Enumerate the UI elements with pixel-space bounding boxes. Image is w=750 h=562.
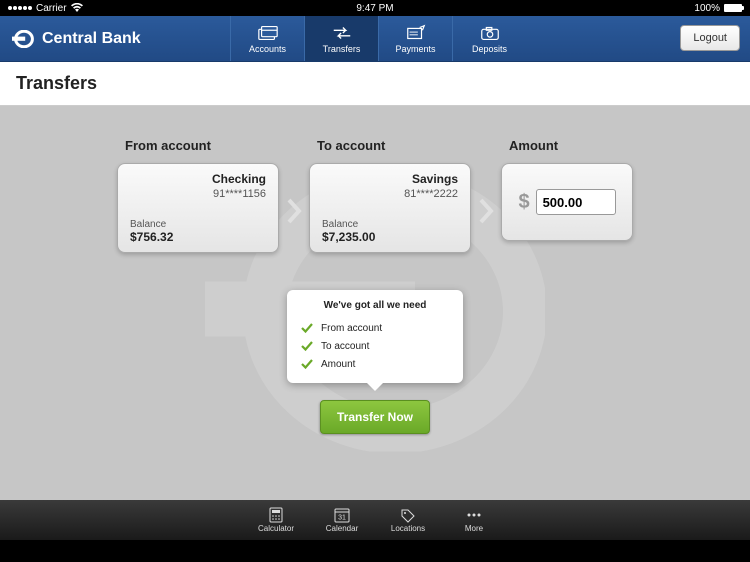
check-icon [301, 358, 313, 370]
chevron-right-icon [279, 166, 309, 256]
clock: 9:47 PM [356, 3, 393, 14]
brand-logo-icon [12, 30, 36, 48]
page-title: Transfers [16, 73, 97, 94]
bottom-calendar[interactable]: 31 Calendar [313, 500, 371, 540]
tab-label: Deposits [472, 44, 507, 54]
currency-symbol: $ [518, 191, 529, 214]
camera-icon [479, 24, 501, 42]
tab-label: Accounts [249, 44, 286, 54]
bottom-locations[interactable]: Locations [379, 500, 437, 540]
to-account-name: Savings [322, 172, 458, 186]
amount-section: Amount $ [501, 138, 633, 241]
logout-button[interactable]: Logout [680, 25, 740, 51]
brand: Central Bank [0, 30, 230, 48]
from-balance-label: Balance [130, 219, 166, 230]
check-icon [301, 340, 313, 352]
bottom-label: Locations [391, 524, 425, 533]
to-balance-value: $7,235.00 [322, 230, 375, 244]
signal-icon [8, 6, 32, 10]
amount-card: $ [501, 163, 633, 241]
chevron-right-icon [471, 166, 501, 256]
popup-item-label: To account [321, 341, 369, 352]
tab-payments[interactable]: Payments [378, 16, 452, 61]
popup-item: From account [301, 319, 449, 337]
to-account-number: 81****2222 [322, 188, 458, 200]
tag-icon [399, 507, 417, 523]
amount-input[interactable] [536, 189, 616, 215]
from-account-number: 91****1156 [130, 188, 266, 200]
from-account-name: Checking [130, 172, 266, 186]
transfers-icon [331, 24, 353, 42]
popup-item: To account [301, 337, 449, 355]
to-label: To account [309, 138, 385, 153]
to-account-section: To account Savings 81****2222 Balance $7… [309, 138, 471, 253]
bottom-label: More [465, 524, 483, 533]
tab-label: Payments [395, 44, 435, 54]
page-title-bar: Transfers [0, 62, 750, 106]
calendar-icon: 31 [333, 507, 351, 523]
battery-percent: 100% [694, 3, 720, 14]
tab-transfers[interactable]: Transfers [304, 16, 378, 61]
popup-title: We've got all we need [301, 300, 449, 311]
payments-icon [405, 24, 427, 42]
transfer-now-button[interactable]: Transfer Now [320, 400, 430, 434]
cards-icon [257, 24, 279, 42]
from-account-section: From account Checking 91****1156 Balance… [117, 138, 279, 253]
popup-item-label: Amount [321, 359, 355, 370]
popup-item-label: From account [321, 323, 382, 334]
bottom-bar: Calculator 31 Calendar Locations More [0, 500, 750, 540]
check-icon [301, 322, 313, 334]
bottom-more[interactable]: More [445, 500, 503, 540]
battery-icon [724, 4, 742, 12]
calculator-icon [267, 507, 285, 523]
bottom-calculator[interactable]: Calculator [247, 500, 305, 540]
carrier-label: Carrier [36, 3, 67, 14]
confirmation-popup: We've got all we need From account To ac… [287, 290, 463, 383]
svg-text:31: 31 [338, 515, 346, 522]
to-balance-label: Balance [322, 219, 358, 230]
more-icon [465, 507, 483, 523]
tab-accounts[interactable]: Accounts [230, 16, 304, 61]
bottom-label: Calculator [258, 524, 294, 533]
from-balance-value: $756.32 [130, 230, 173, 244]
status-bar: Carrier 9:47 PM 100% [0, 0, 750, 16]
from-label: From account [117, 138, 211, 153]
main-content: From account Checking 91****1156 Balance… [0, 106, 750, 540]
top-nav: Central Bank Accounts Transfers Payments… [0, 16, 750, 62]
tab-deposits[interactable]: Deposits [452, 16, 526, 61]
to-account-card[interactable]: Savings 81****2222 Balance $7,235.00 [309, 163, 471, 253]
amount-label: Amount [501, 138, 558, 153]
bottom-label: Calendar [326, 524, 358, 533]
brand-name: Central Bank [42, 30, 141, 48]
wifi-icon [71, 3, 83, 13]
tab-label: Transfers [323, 44, 361, 54]
popup-item: Amount [301, 355, 449, 373]
from-account-card[interactable]: Checking 91****1156 Balance $756.32 [117, 163, 279, 253]
